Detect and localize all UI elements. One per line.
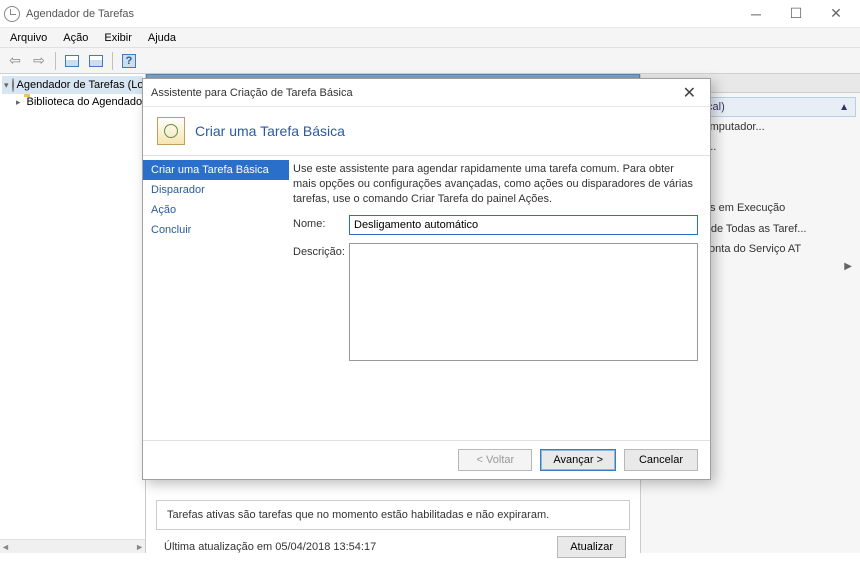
wizard-title-text: Assistente para Criação de Tarefa Básica [151, 87, 677, 99]
toolbar: ⇦ ⇨ ? [0, 48, 860, 74]
refresh-button[interactable]: Atualizar [557, 536, 626, 558]
name-input[interactable] [349, 215, 698, 235]
app-title: Agendador de Tarefas [26, 8, 736, 20]
wizard-heading: Criar uma Tarefa Básica [195, 123, 345, 139]
step-trigger[interactable]: Disparador [143, 180, 289, 200]
window-titlebar: Agendador de Tarefas ─ ☐ ✕ [0, 0, 860, 28]
help-button[interactable]: ? [118, 51, 140, 71]
name-label: Nome: [293, 215, 349, 230]
description-label: Descrição: [293, 243, 349, 258]
wizard-instruction: Use este assistente para agendar rapidam… [293, 162, 698, 207]
toolbar-separator [112, 52, 113, 70]
tree-child[interactable]: ▸ Biblioteca do Agendador [2, 94, 143, 110]
minimize-button[interactable]: ─ [736, 1, 776, 27]
wizard-dialog: Assistente para Criação de Tarefa Básica… [142, 78, 711, 480]
properties-button[interactable] [85, 51, 107, 71]
horizontal-scrollbar[interactable]: ◄► [0, 539, 145, 553]
menubar: Arquivo Ação Exibir Ajuda [0, 28, 860, 48]
status-text: Tarefas ativas são tarefas que no moment… [167, 509, 549, 521]
tree-root[interactable]: ▾ Agendador de Tarefas (Local) [2, 76, 143, 94]
expand-icon[interactable]: ▸ [16, 97, 21, 108]
forward-button[interactable]: ⇨ [28, 51, 50, 71]
menu-ajuda[interactable]: Ajuda [140, 30, 184, 46]
step-finish[interactable]: Concluir [143, 220, 289, 240]
collapse-icon: ▲ [839, 102, 849, 113]
wizard-steps: Criar uma Tarefa Básica Disparador Ação … [143, 156, 289, 440]
tree-root-label: Agendador de Tarefas (Local) [17, 79, 145, 91]
wizard-header: Criar uma Tarefa Básica [143, 107, 710, 156]
scheduler-icon [12, 78, 14, 92]
back-button: < Voltar [458, 449, 532, 471]
last-update-text: Última atualização em 05/04/2018 13:54:1… [146, 537, 394, 557]
wizard-footer: < Voltar Avançar > Cancelar [143, 440, 710, 479]
expand-icon[interactable]: ▾ [4, 80, 9, 91]
tree-child-label: Biblioteca do Agendador [27, 96, 145, 108]
app-icon [4, 6, 20, 22]
description-input[interactable] [349, 243, 698, 361]
cancel-button[interactable]: Cancelar [624, 449, 698, 471]
show-hide-tree-button[interactable] [61, 51, 83, 71]
close-button[interactable]: ✕ [816, 1, 856, 27]
back-button[interactable]: ⇦ [4, 51, 26, 71]
step-create-basic[interactable]: Criar uma Tarefa Básica [143, 160, 289, 180]
tree-panel: ▾ Agendador de Tarefas (Local) ▸ Bibliot… [0, 74, 146, 553]
step-action[interactable]: Ação [143, 200, 289, 220]
wizard-close-button[interactable]: ✕ [677, 81, 702, 105]
wizard-icon [157, 117, 185, 145]
toolbar-separator [55, 52, 56, 70]
wizard-form: Use este assistente para agendar rapidam… [289, 156, 710, 440]
next-button[interactable]: Avançar > [540, 449, 616, 471]
menu-arquivo[interactable]: Arquivo [2, 30, 55, 46]
menu-exibir[interactable]: Exibir [96, 30, 140, 46]
status-box: Tarefas ativas são tarefas que no moment… [156, 500, 630, 530]
wizard-titlebar: Assistente para Criação de Tarefa Básica… [143, 79, 710, 107]
maximize-button[interactable]: ☐ [776, 1, 816, 27]
menu-acao[interactable]: Ação [55, 30, 96, 46]
